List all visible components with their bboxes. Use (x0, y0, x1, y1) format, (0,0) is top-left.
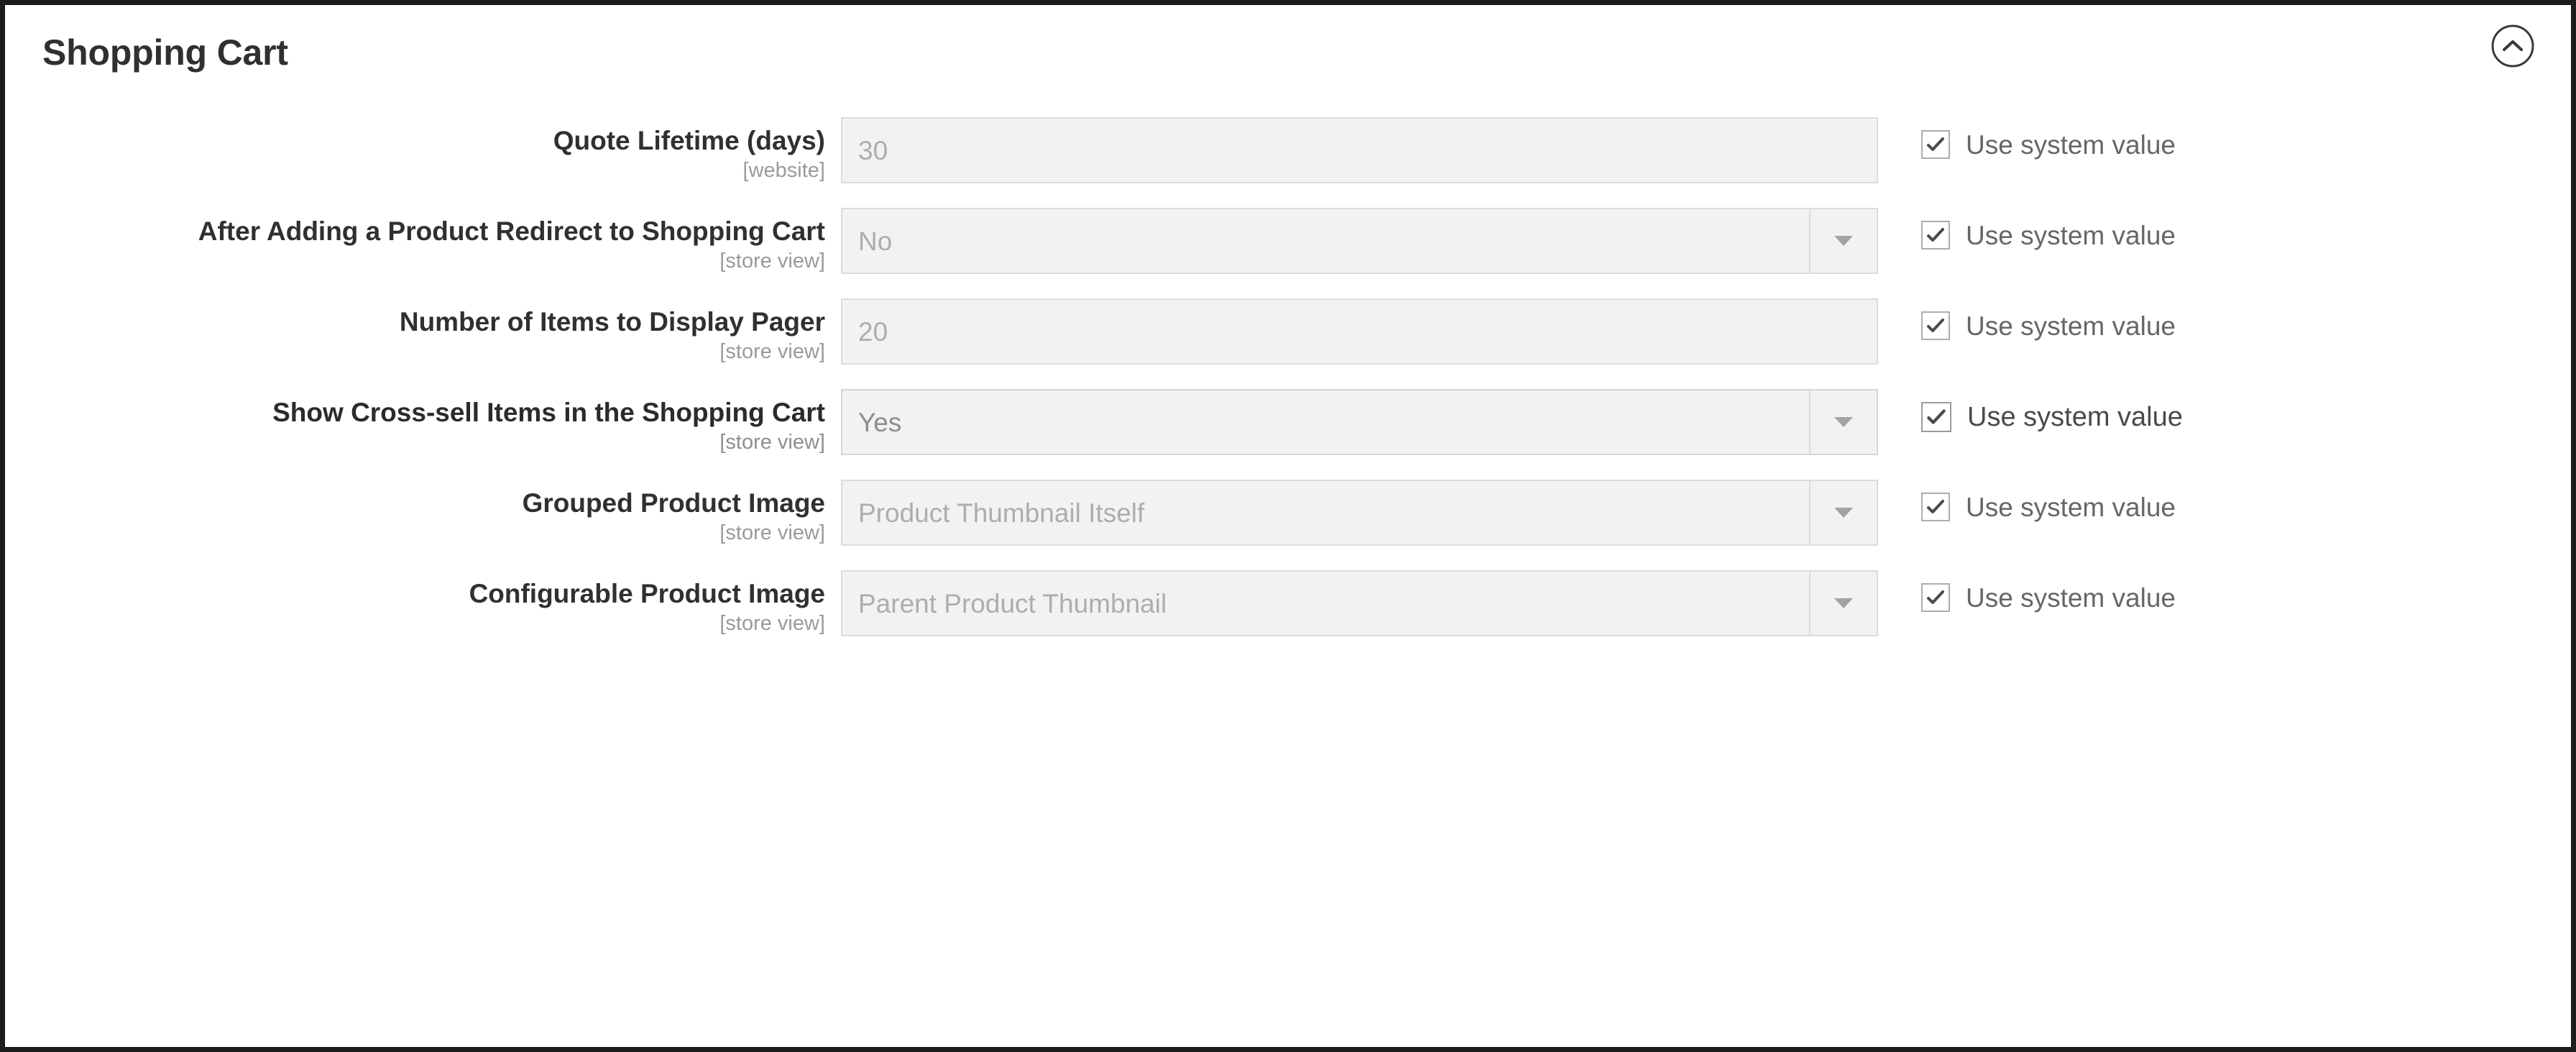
field-value: Yes (858, 408, 902, 436)
checkmark-icon[interactable] (1921, 402, 1951, 433)
field-row: After Adding a Product Redirect to Shopp… (5, 201, 2571, 275)
grouped-product-image-select[interactable]: Product Thumbnail Itself (841, 480, 1878, 546)
caret-down-icon[interactable] (1809, 572, 1877, 636)
field-row: Grouped Product Image [store view] Produ… (5, 472, 2571, 546)
field-control: Product Thumbnail Itself (841, 472, 1878, 546)
field-value: No (858, 227, 893, 255)
field-control: No (841, 201, 1878, 275)
page-title: Shopping Cart (42, 32, 288, 73)
field-control: 20 (841, 291, 1878, 365)
shopping-cart-config-panel: Shopping Cart Quote Lifetime (days) [web… (0, 0, 2576, 1052)
use-system-value-checkbox[interactable]: Use system value (1878, 110, 2571, 159)
field-row: Quote Lifetime (days) [website] 30 Use s… (5, 110, 2571, 183)
caret-down-icon[interactable] (1809, 481, 1877, 545)
field-scope-label: [store view] (719, 612, 825, 636)
field-scope-label: [store view] (719, 249, 825, 273)
field-label-group: Quote Lifetime (days) [website] (5, 110, 841, 183)
field-control: Parent Product Thumbnail (841, 563, 1878, 637)
field-value: Parent Product Thumbnail (858, 590, 1167, 617)
field-label: After Adding a Product Redirect to Shopp… (198, 216, 825, 247)
field-label: Number of Items to Display Pager (399, 307, 825, 337)
use-system-value-label: Use system value (1966, 492, 2176, 522)
field-label: Grouped Product Image (522, 488, 825, 518)
field-scope-label: [website] (742, 158, 825, 182)
field-scope-label: [store view] (719, 521, 825, 544)
field-control: 30 (841, 110, 1878, 183)
field-value: Product Thumbnail Itself (858, 499, 1145, 526)
field-label-group: Number of Items to Display Pager [store … (5, 291, 841, 365)
field-row: Configurable Product Image [store view] … (5, 563, 2571, 637)
use-system-value-label: Use system value (1966, 311, 2176, 341)
use-system-value-label: Use system value (1966, 582, 2176, 613)
use-system-value-checkbox[interactable]: Use system value (1878, 472, 2571, 522)
use-system-value-label: Use system value (1966, 220, 2176, 250)
checkmark-icon[interactable] (1921, 493, 1950, 522)
redirect-to-cart-select[interactable]: No (841, 208, 1878, 275)
field-value: 30 (858, 137, 888, 164)
chevron-up-circle-icon[interactable] (2489, 22, 2536, 70)
field-label-group: Grouped Product Image [store view] (5, 472, 841, 546)
field-label: Configurable Product Image (469, 579, 825, 609)
field-label-group: After Adding a Product Redirect to Shopp… (5, 201, 841, 274)
items-per-page-input[interactable]: 20 (841, 298, 1878, 365)
caret-down-icon[interactable] (1809, 209, 1877, 273)
use-system-value-label: Use system value (1967, 402, 2183, 433)
caret-down-icon[interactable] (1809, 390, 1877, 454)
field-label: Quote Lifetime (days) (553, 126, 825, 155)
checkmark-icon[interactable] (1921, 311, 1950, 341)
field-scope-label: [store view] (719, 339, 825, 363)
field-scope-label: [store view] (719, 430, 825, 454)
use-system-value-checkbox[interactable]: Use system value (1878, 382, 2571, 433)
use-system-value-checkbox[interactable]: Use system value (1878, 291, 2571, 341)
field-row: Number of Items to Display Pager [store … (5, 291, 2571, 365)
field-label: Show Cross-sell Items in the Shopping Ca… (272, 398, 825, 428)
field-label-group: Configurable Product Image [store view] (5, 563, 841, 636)
field-control: Yes (841, 382, 1878, 456)
checkmark-icon[interactable] (1921, 130, 1950, 159)
field-label-group: Show Cross-sell Items in the Shopping Ca… (5, 382, 841, 455)
show-cross-sell-select[interactable]: Yes (841, 389, 1878, 456)
use-system-value-label: Use system value (1966, 129, 2176, 160)
field-row: Show Cross-sell Items in the Shopping Ca… (5, 382, 2571, 456)
checkmark-icon[interactable] (1921, 583, 1950, 613)
section-header: Shopping Cart (5, 5, 2571, 100)
use-system-value-checkbox[interactable]: Use system value (1878, 563, 2571, 613)
quote-lifetime-input[interactable]: 30 (841, 117, 1878, 183)
field-value: 20 (858, 318, 888, 345)
checkmark-icon[interactable] (1921, 221, 1950, 250)
use-system-value-checkbox[interactable]: Use system value (1878, 201, 2571, 250)
configurable-product-image-select[interactable]: Parent Product Thumbnail (841, 570, 1878, 637)
config-fields-list: Quote Lifetime (days) [website] 30 Use s… (5, 100, 2571, 637)
